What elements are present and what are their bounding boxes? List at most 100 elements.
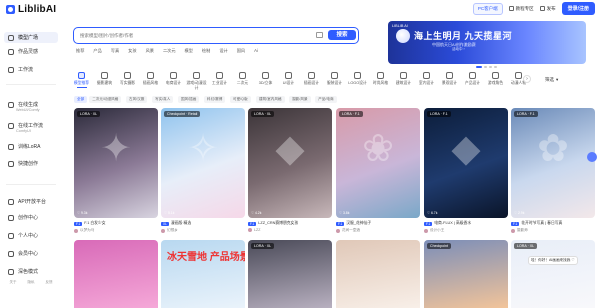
quick-tag[interactable]: 国风: [237, 48, 245, 54]
quick-tag[interactable]: 产品: [93, 48, 101, 54]
search-button[interactable]: 搜索: [328, 30, 356, 40]
category-item[interactable]: UI设计: [277, 72, 300, 86]
promo-banner[interactable]: LIBLIB AI 海上生明月 九天揽星河 中国航天日AI创作激励赛 活动中 ›: [388, 21, 586, 64]
subcategory-tag[interactable]: 摄影/风景: [289, 96, 311, 103]
card-author[interactable]: 以梦为马: [74, 228, 94, 233]
banner-dot[interactable]: [476, 66, 482, 68]
model-card[interactable]: Checkpoint: [424, 240, 508, 308]
sidebar-item[interactable]: 在线生成 WebUI/Comfy: [4, 99, 58, 112]
model-card[interactable]: ✿ LORA · F.1 ♡ 2.9k: [511, 108, 595, 218]
card-title[interactable]: F.1 LZZ_CRN赛博朋克女孩: [248, 221, 298, 226]
sidebar-item[interactable]: 工作流: [4, 64, 58, 75]
sidebar-item[interactable]: 作品灵感: [4, 46, 58, 57]
model-card[interactable]: ✦ LORA · XL ♡ 9.3k: [74, 108, 158, 218]
assistant-float-button[interactable]: [587, 152, 597, 162]
sidebar-item[interactable]: 创作中心: [4, 212, 58, 223]
quick-tag[interactable]: 写真: [111, 48, 119, 54]
category-item[interactable]: 时尚风格: [369, 72, 392, 86]
model-card[interactable]: ◆ LORA · XL ♡ 4.2k: [248, 108, 332, 218]
model-card[interactable]: 冰天雪地 产品场景: [161, 240, 245, 308]
login-button[interactable]: 登录/注册: [561, 2, 595, 15]
sidebar-item[interactable]: API开放平台: [4, 196, 58, 207]
banner-dot[interactable]: [489, 66, 492, 68]
model-card[interactable]: ❀ LORA · F.1 ♡ 3.8k: [336, 108, 420, 218]
category-item[interactable]: 写实摄影: [116, 72, 139, 86]
card-author[interactable]: 花间一壶酒: [336, 228, 360, 233]
quick-tag[interactable]: 风景: [146, 48, 154, 54]
subcategory-tag[interactable]: 科幻/赛博: [204, 96, 226, 103]
category-item[interactable]: 产品设计: [461, 72, 484, 86]
sidebar-item[interactable]: 个人中心: [4, 230, 58, 241]
subcategory-tag[interactable]: 二次元/动漫风格: [89, 96, 122, 103]
model-card[interactable]: ◆ LORA · F.1 ♡ 6.7k: [424, 108, 508, 218]
quick-tag[interactable]: 推荐: [76, 48, 84, 54]
category-next-button[interactable]: ›: [523, 75, 531, 83]
quick-tag[interactable]: Ai: [254, 48, 258, 54]
pc-client-button[interactable]: PC客户端: [472, 2, 503, 15]
sidebar-item-icon: [8, 232, 14, 239]
subcategory-tag[interactable]: 写实/真人: [152, 96, 174, 103]
sidebar-item[interactable]: 深色模式: [4, 266, 58, 277]
filter-button[interactable]: 筛选 ▾: [545, 77, 558, 83]
category-item[interactable]: 插画设计: [300, 72, 323, 86]
card-title[interactable]: XL 漫画版·精选: [161, 221, 191, 226]
banner-dot[interactable]: [494, 66, 497, 68]
category-item[interactable]: 建筑设计: [392, 72, 415, 86]
sidebar-item[interactable]: 训练LoRA: [4, 141, 58, 152]
category-item[interactable]: 电商设计: [162, 72, 185, 86]
subcategory-tag[interactable]: 古风/汉服: [126, 96, 148, 103]
subcategory-tag[interactable]: 全部: [74, 96, 88, 103]
quick-tag[interactable]: 模型: [185, 48, 193, 54]
subcategory-tag[interactable]: 建筑/室内风格: [256, 96, 285, 103]
card-author[interactable]: 幻想乡: [161, 228, 178, 233]
sidebar-item[interactable]: 在线工作流 ComfyUI: [4, 120, 58, 133]
card-title[interactable]: F.1 花开时节写真 | 春日写真: [511, 221, 562, 226]
banner-pagination[interactable]: [476, 66, 497, 68]
sidebar-footer-link[interactable]: 隐私: [28, 280, 35, 285]
category-item[interactable]: 服装设计: [323, 72, 346, 86]
sidebar-item[interactable]: 快捷创作: [4, 158, 58, 169]
banner-dot[interactable]: [484, 66, 487, 68]
category-item[interactable]: 二次元: [231, 72, 254, 86]
category-item[interactable]: 3D/立体: [254, 72, 277, 86]
quick-tag[interactable]: 绘制: [202, 48, 210, 54]
logo[interactable]: LiblibAI: [6, 3, 56, 15]
category-item[interactable]: 景观设计: [438, 72, 461, 86]
category-item[interactable]: 模型推荐: [70, 72, 93, 88]
quick-tag[interactable]: 女孩: [128, 48, 136, 54]
sidebar-footer-link[interactable]: 反馈: [46, 280, 53, 285]
model-card[interactable]: ✧ Checkpoint · Retail ♡ 5.1k: [161, 108, 245, 218]
card-title[interactable]: F.1 电商-FLUX | 高级香水: [424, 221, 471, 226]
quick-tag[interactable]: 设计: [219, 48, 227, 54]
model-card[interactable]: LORA · XL: [511, 240, 595, 308]
sidebar-item[interactable]: 会员中心: [4, 248, 58, 259]
model-card[interactable]: LORA · XL: [248, 240, 332, 308]
card-title[interactable]: F.1 汉服_花神仙子: [336, 221, 371, 226]
category-item[interactable]: LOGO设计: [346, 72, 369, 86]
sidebar-footer-link[interactable]: 关于: [10, 280, 17, 285]
card-author[interactable]: 摄影师: [511, 228, 528, 233]
category-item[interactable]: 游戏/动漫设计: [185, 72, 208, 91]
publish-link[interactable]: 发布: [539, 6, 556, 12]
subcategory-tag[interactable]: 国风/插画: [178, 96, 200, 103]
subcategory-tag[interactable]: 可爱/Q版: [230, 96, 251, 103]
category-item[interactable]: 室内设计: [415, 72, 438, 86]
search-input[interactable]: [80, 31, 310, 40]
card-author[interactable]: LZZ: [248, 228, 260, 232]
category-item[interactable]: 游戏角色: [484, 72, 507, 86]
model-type-badge: LORA · F.1: [427, 111, 451, 117]
category-item[interactable]: 工业设计: [208, 72, 231, 86]
sidebar-item[interactable]: 模型广场: [4, 32, 58, 43]
category-item[interactable]: 摄影建筑: [93, 72, 116, 86]
card-title[interactable]: F.1 F.1 白发少女: [74, 221, 106, 226]
category-item[interactable]: 插画风格: [139, 72, 162, 86]
image-search-icon[interactable]: [316, 32, 323, 38]
subcategory-tag[interactable]: 产品/电商: [315, 96, 337, 103]
card-author[interactable]: 设计小王: [424, 228, 444, 233]
tutorial-link[interactable]: 教程专区: [508, 6, 534, 12]
model-card[interactable]: [336, 240, 420, 308]
chat-bubble[interactable]: 哇！你好！AI画画来找我 ♡: [528, 256, 578, 265]
quick-tag[interactable]: 二次元: [163, 48, 176, 54]
model-card[interactable]: [74, 240, 158, 308]
category-label: 插画设计: [303, 81, 320, 85]
